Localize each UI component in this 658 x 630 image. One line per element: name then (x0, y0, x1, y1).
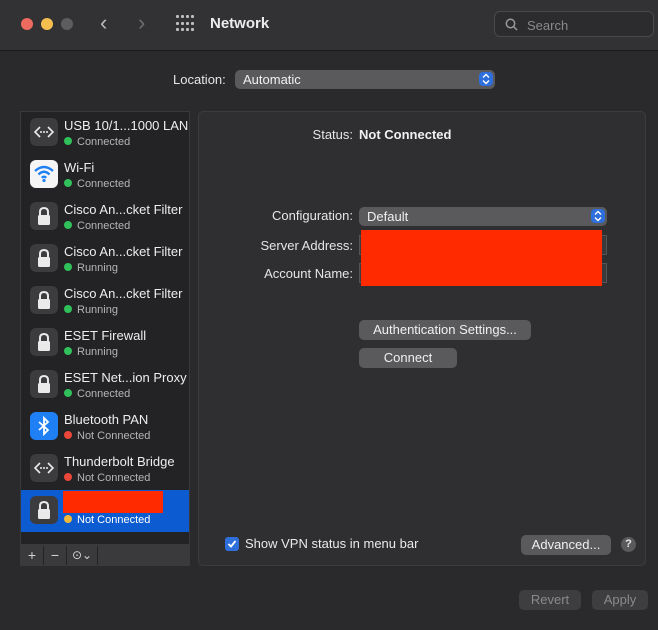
ethernet-icon (30, 454, 58, 482)
service-status: Not Connected (64, 514, 150, 526)
service-name: ESET Net...ion Proxy (64, 370, 187, 385)
advanced-button[interactable]: Advanced... (521, 535, 611, 555)
service-status-text: Not Connected (77, 430, 151, 442)
status-dot-icon (64, 473, 72, 481)
service-status-text: Not Connected (77, 472, 151, 484)
help-button[interactable]: ? (621, 537, 636, 552)
service-status: Connected (64, 178, 130, 190)
status-label: Status: (312, 127, 353, 142)
status-dot-icon (64, 431, 72, 439)
zoom-window-button[interactable] (61, 18, 73, 30)
service-item[interactable]: Cisco An...cket Filter Running (21, 280, 189, 322)
configuration-value: Default (367, 209, 409, 224)
lock-icon (30, 244, 58, 272)
wifi-icon (30, 160, 58, 188)
service-status-text: Running (77, 304, 118, 316)
show-vpn-status-checkbox[interactable] (225, 537, 239, 551)
title-bar: ‹ › Network (0, 0, 658, 51)
service-status-text: Not Connected (77, 514, 151, 526)
service-status: Not Connected (64, 472, 150, 484)
bluetooth-icon (30, 412, 58, 440)
service-name: Thunderbolt Bridge (64, 454, 175, 469)
service-name: Cisco An...cket Filter (64, 286, 183, 301)
search-input[interactable] (525, 15, 649, 35)
lock-icon (30, 496, 58, 524)
service-status: Not Connected (64, 430, 150, 442)
service-status: Connected (64, 220, 130, 232)
service-name: Bluetooth PAN (64, 412, 149, 427)
remove-service-button[interactable]: − (44, 546, 67, 565)
lock-icon (30, 328, 58, 356)
authentication-settings-button[interactable]: Authentication Settings... (359, 320, 531, 340)
search-icon (505, 18, 518, 31)
service-item[interactable]: ESET Net...ion Proxy Connected (21, 364, 189, 406)
minimize-window-button[interactable] (41, 18, 53, 30)
close-window-button[interactable] (21, 18, 33, 30)
service-item[interactable]: Not Connected (21, 490, 189, 532)
service-status: Connected (64, 388, 130, 400)
show-all-grid-icon[interactable] (176, 15, 194, 33)
service-status: Running (64, 262, 118, 274)
service-status-text: Connected (77, 220, 131, 232)
service-status-text: Running (77, 262, 118, 274)
service-status-text: Connected (77, 388, 131, 400)
service-item[interactable]: Thunderbolt Bridge Not Connected (21, 448, 189, 490)
status-dot-icon (64, 347, 72, 355)
location-label: Location: (173, 72, 226, 87)
search-field[interactable] (494, 11, 654, 37)
redacted-block (361, 230, 602, 286)
popup-stepper-icon (591, 209, 605, 223)
service-status: Running (64, 346, 118, 358)
service-name: ESET Firewall (64, 328, 147, 343)
redacted-block (63, 491, 163, 513)
configuration-label: Configuration: (272, 208, 353, 223)
apply-button[interactable]: Apply (592, 590, 648, 610)
account-name-label: Account Name: (264, 266, 353, 281)
service-item[interactable]: Wi-Fi Connected (21, 154, 189, 196)
status-dot-icon (64, 389, 72, 397)
status-dot-icon (64, 137, 72, 145)
service-status-text: Running (77, 346, 118, 358)
back-arrow-icon[interactable]: ‹ (100, 11, 107, 35)
status-dot-icon (64, 515, 72, 523)
service-item[interactable]: ESET Firewall Running (21, 322, 189, 364)
service-item[interactable]: Bluetooth PAN Not Connected (21, 406, 189, 448)
status-dot-icon (64, 221, 72, 229)
service-name: Wi-Fi (64, 160, 95, 175)
window-title: Network (210, 15, 270, 32)
service-list-toolbar: + − ⊙⌄ (20, 545, 190, 566)
server-address-label: Server Address: (260, 238, 354, 253)
forward-arrow-icon[interactable]: › (138, 11, 145, 35)
status-dot-icon (64, 179, 72, 187)
revert-button[interactable]: Revert (519, 590, 581, 610)
service-status-text: Connected (77, 136, 131, 148)
show-vpn-status-label: Show VPN status in menu bar (245, 536, 419, 551)
status-value: Not Connected (359, 127, 452, 142)
service-status: Connected (64, 136, 130, 148)
service-list[interactable]: USB 10/1...1000 LAN Connected Wi-Fi Connect… (20, 111, 190, 545)
lock-icon (30, 286, 58, 314)
service-action-menu-button[interactable]: ⊙⌄ (67, 546, 98, 565)
popup-stepper-icon (479, 72, 493, 86)
lock-icon (30, 370, 58, 398)
service-status-text: Connected (77, 178, 131, 190)
service-status: Running (64, 304, 118, 316)
location-value: Automatic (243, 72, 301, 87)
status-dot-icon (64, 263, 72, 271)
ethernet-icon (30, 118, 58, 146)
configuration-popup[interactable]: Default (359, 207, 607, 226)
status-dot-icon (64, 305, 72, 313)
add-service-button[interactable]: + (21, 546, 44, 565)
connect-button[interactable]: Connect (359, 348, 457, 368)
lock-icon (30, 202, 58, 230)
location-popup[interactable]: Automatic (235, 70, 495, 89)
